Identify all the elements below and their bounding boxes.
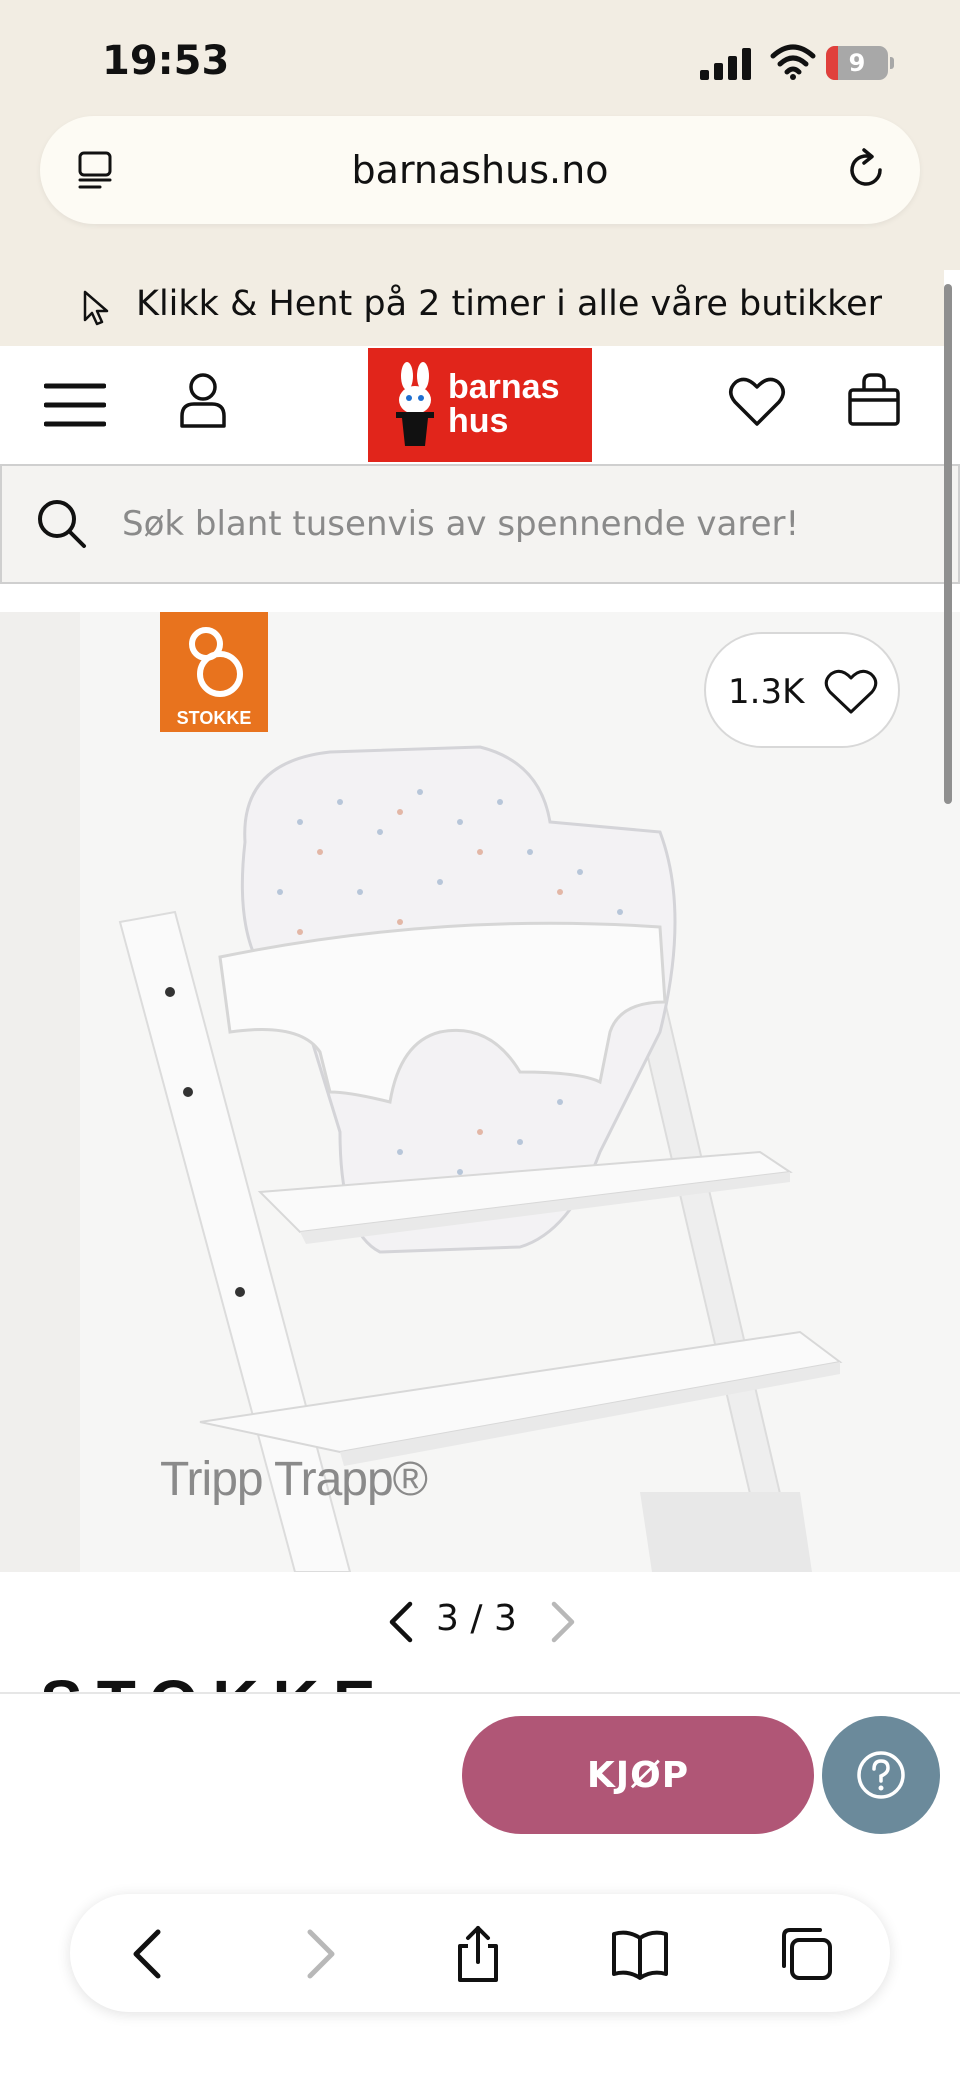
reload-icon[interactable] [844, 148, 888, 192]
brand-badge-text: STOKKE [176, 708, 252, 728]
status-bar: 19:53 9 [0, 0, 960, 110]
question-icon [857, 1751, 905, 1799]
signal-icon [700, 48, 751, 80]
menu-icon[interactable] [44, 382, 106, 428]
logo-line-1: barnas [448, 368, 560, 406]
url-text[interactable]: barnashus.no [40, 116, 920, 224]
chevron-left-icon[interactable] [384, 1600, 420, 1644]
tabs-icon[interactable] [776, 1924, 836, 1984]
back-icon[interactable] [120, 1924, 180, 1984]
promo-banner[interactable]: Klikk & Hent på 2 timer i alle våre buti… [0, 270, 944, 346]
logo-line-2: hus [448, 402, 509, 440]
pager-separator: / [470, 1598, 483, 1639]
promo-text: Klikk & Hent på 2 timer i alle våre buti… [136, 284, 883, 324]
battery-level: 9 [848, 49, 866, 77]
battery-icon: 9 [826, 46, 894, 80]
stokke-logo-icon [189, 627, 243, 697]
url-bar[interactable]: barnashus.no [40, 116, 920, 224]
cursor-icon [83, 290, 109, 326]
brand-badge[interactable]: STOKKE [160, 612, 268, 732]
buy-button[interactable]: KJØP [462, 1716, 814, 1834]
like-count: 1.3K [728, 672, 805, 712]
browser-toolbar [70, 1894, 890, 2012]
pager-total: 3 [493, 1598, 517, 1639]
search-bar[interactable] [0, 464, 960, 584]
site-logo[interactable]: barnas hus [368, 348, 592, 462]
battery-cap [890, 57, 894, 69]
product-image[interactable] [100, 672, 860, 1572]
product-watermark: Tripp Trapp® [160, 1453, 428, 1506]
product-gallery[interactable]: STOKKE 1.3K Tripp Trapp® [0, 612, 960, 1572]
brand-name: STOKKE [40, 1672, 390, 1692]
rabbit-logo-icon [396, 362, 434, 446]
share-icon[interactable] [448, 1924, 508, 1984]
bag-icon[interactable] [846, 372, 902, 428]
gallery-pager: 3 / 3 [0, 1572, 960, 1672]
heart-icon[interactable] [728, 376, 786, 428]
user-icon[interactable] [178, 372, 228, 428]
browser-url-area: barnashus.no [0, 110, 960, 270]
chevron-right-icon[interactable] [544, 1600, 580, 1644]
pager-text: 3 / 3 [436, 1598, 517, 1639]
search-icon[interactable] [36, 498, 88, 550]
forward-icon[interactable] [288, 1924, 348, 1984]
brand-name-peek: STOKKE [40, 1672, 440, 1692]
spacer [0, 584, 960, 612]
buy-bar: KJØP [0, 1692, 960, 1882]
logo-text: barnas hus [448, 370, 560, 438]
clock: 19:53 [102, 38, 230, 84]
scrollbar[interactable] [944, 284, 952, 804]
site-header: barnas hus [0, 346, 960, 464]
like-button[interactable]: 1.3K [704, 632, 900, 748]
search-input[interactable] [122, 494, 922, 554]
wifi-icon [770, 44, 816, 80]
reader-icon[interactable] [76, 150, 116, 190]
pager-current: 3 [436, 1598, 459, 1639]
browser-bottom-bar [0, 1882, 960, 2078]
heart-outline-icon [824, 669, 878, 714]
help-button[interactable] [822, 1716, 940, 1834]
bookmarks-icon[interactable] [610, 1924, 670, 1984]
